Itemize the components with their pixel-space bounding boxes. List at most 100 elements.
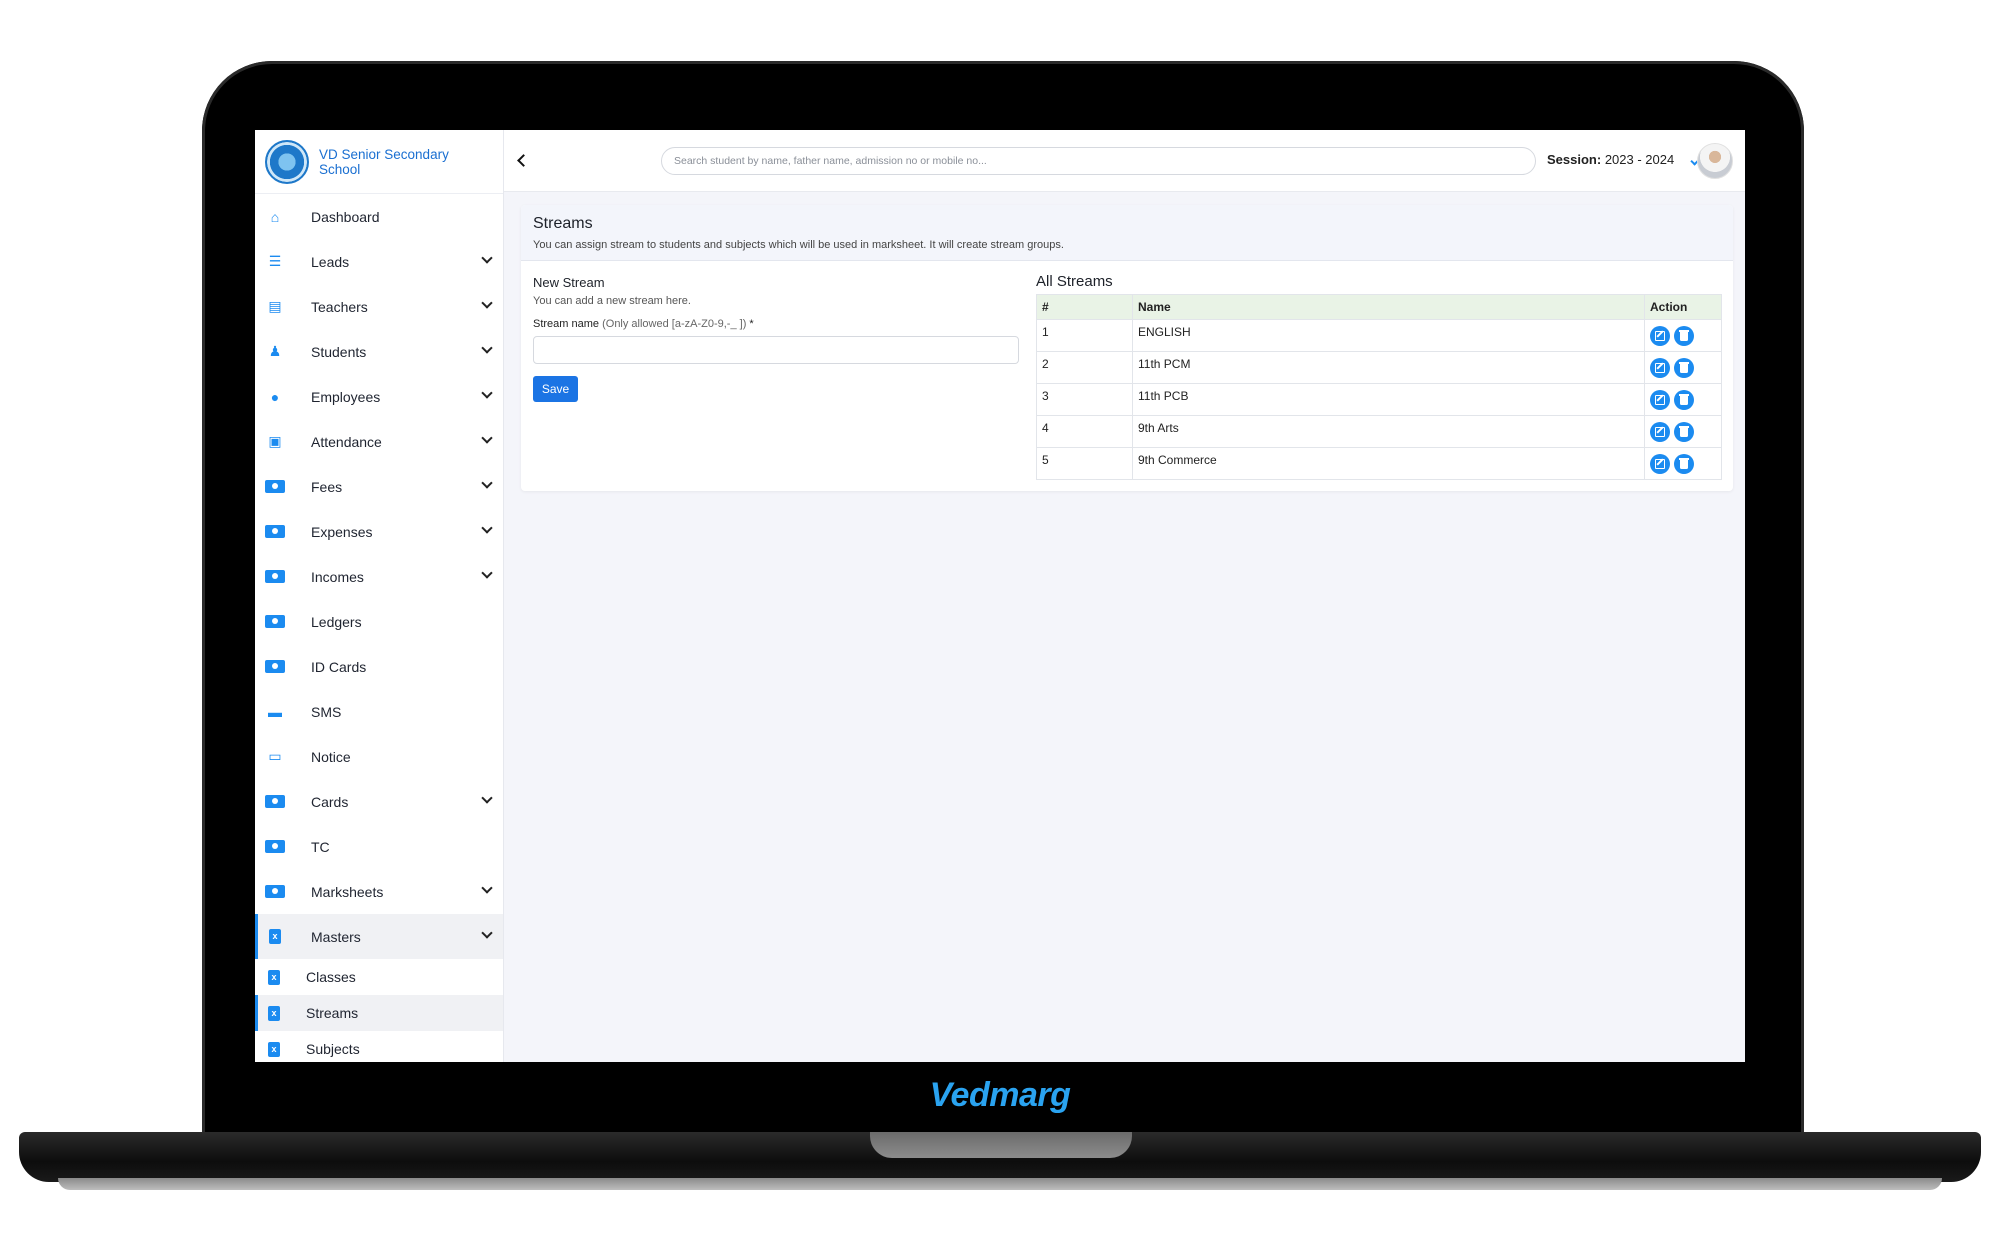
all-streams-section: All Streams # Name Action 1 ENGLISH 2 11th … xyxy=(1036,273,1722,480)
chevron-down-icon xyxy=(481,342,493,354)
chevron-down-icon xyxy=(481,522,493,534)
edit-icon[interactable] xyxy=(1650,390,1670,410)
submenu-item-subjects[interactable]: x Subjects xyxy=(255,1031,503,1062)
submenu-item-label: Subjects xyxy=(306,1041,360,1057)
table-header-row: # Name Action xyxy=(1036,294,1722,320)
session-indicator[interactable]: Session: 2023 - 2024 xyxy=(1547,152,1674,167)
stream-name: 9th Commerce xyxy=(1132,447,1645,480)
edit-icon[interactable] xyxy=(1650,454,1670,474)
chat-icon: ▬ xyxy=(268,703,282,720)
school-logo xyxy=(265,139,309,184)
sidebar-item-employees[interactable]: ● Employees xyxy=(255,374,503,419)
sidebar-item-ledgers[interactable]: Ledgers xyxy=(255,599,503,644)
row-number: 4 xyxy=(1036,415,1133,448)
sidebar-item-attendance[interactable]: ▣ Attendance xyxy=(255,419,503,464)
app-screen: VD Senior Secondary School ⌂ Dashboard ☰ Le… xyxy=(255,130,1745,1062)
sidebar-item-label: Employees xyxy=(311,388,381,405)
chevron-down-icon xyxy=(481,792,493,804)
sidebar-item-masters[interactable]: x Masters xyxy=(255,914,503,959)
sidebar-item-label: Expenses xyxy=(311,523,373,540)
excel-file-icon: x xyxy=(268,969,280,985)
stream-name: 9th Arts xyxy=(1132,415,1645,448)
vedmarg-logo: Vedmarg xyxy=(929,1076,1071,1114)
table-row: 3 11th PCB xyxy=(1036,383,1722,416)
sidebar-item-label: Notice xyxy=(311,748,351,765)
delete-icon[interactable] xyxy=(1674,422,1694,442)
delete-icon[interactable] xyxy=(1674,390,1694,410)
stream-name-input[interactable] xyxy=(533,336,1019,364)
chevron-down-icon xyxy=(481,882,493,894)
submenu-item-label: Classes xyxy=(306,969,356,985)
edit-icon[interactable] xyxy=(1650,422,1670,442)
edit-icon[interactable] xyxy=(1650,358,1670,378)
sidebar-item-label: Leads xyxy=(311,253,350,270)
sidebar-item-students[interactable]: ♟ Students xyxy=(255,329,503,374)
table-row: 2 11th PCM xyxy=(1036,351,1722,384)
notice-icon: ▭ xyxy=(268,748,282,764)
stream-name: ENGLISH xyxy=(1132,319,1645,352)
money-icon xyxy=(265,884,285,900)
streams-card: Streams You can assign stream to student… xyxy=(521,205,1733,491)
sidebar-item-label: Marksheets xyxy=(311,883,384,900)
sidebar-item-tc[interactable]: TC xyxy=(255,824,503,869)
delete-icon[interactable] xyxy=(1674,326,1694,346)
submenu-item-classes[interactable]: x Classes xyxy=(255,959,503,995)
delete-icon[interactable] xyxy=(1674,358,1694,378)
excel-file-icon: x xyxy=(265,929,285,945)
submenu-item-streams[interactable]: x Streams xyxy=(255,995,503,1031)
sidebar-item-dashboard[interactable]: ⌂ Dashboard xyxy=(255,194,503,239)
submenu-item-label: Streams xyxy=(306,1005,359,1021)
student-search-input[interactable] xyxy=(661,147,1536,175)
excel-file-icon: x xyxy=(268,1041,280,1057)
collapse-sidebar-chevron-icon[interactable] xyxy=(517,154,530,167)
session-value: 2023 - 2024 xyxy=(1604,152,1675,167)
chevron-down-icon xyxy=(481,387,493,399)
row-actions xyxy=(1644,319,1722,352)
sidebar-item-marksheets[interactable]: Marksheets xyxy=(255,869,503,914)
chevron-down-icon xyxy=(481,567,493,579)
chevron-down-icon xyxy=(481,432,493,444)
delete-icon[interactable] xyxy=(1674,454,1694,474)
user-avatar[interactable] xyxy=(1697,143,1733,179)
sidebar-item-notice[interactable]: ▭ Notice xyxy=(255,734,503,779)
sidebar-nav: ⌂ Dashboard ☰ Leads ▤ Teachers ♟ Students ● Emplo… xyxy=(255,194,503,959)
student-icon: ♟ xyxy=(268,343,282,359)
column-header-number: # xyxy=(1036,294,1133,320)
row-actions xyxy=(1644,351,1722,384)
stream-name: 11th PCB xyxy=(1132,383,1645,416)
page-title: Streams xyxy=(533,215,593,232)
sidebar-brand[interactable]: VD Senior Secondary School xyxy=(255,130,503,194)
chevron-down-icon xyxy=(481,477,493,489)
sidebar-item-cards[interactable]: Cards xyxy=(255,779,503,824)
chevron-down-icon xyxy=(481,297,493,309)
sidebar-item-label: Students xyxy=(311,343,367,360)
sidebar-item-id-cards[interactable]: ID Cards xyxy=(255,644,503,689)
sidebar-item-label: Cards xyxy=(311,793,349,810)
row-actions xyxy=(1644,447,1722,480)
id-card-icon xyxy=(265,794,285,810)
teacher-icon: ▤ xyxy=(268,298,282,314)
edit-icon[interactable] xyxy=(1650,326,1670,346)
stream-name-label: Stream name (Only allowed [a-zA-Z0-9,-_ … xyxy=(533,318,1019,330)
form-title: New Stream xyxy=(533,275,605,290)
money-icon xyxy=(265,569,285,585)
money-icon xyxy=(265,614,285,630)
sidebar-item-fees[interactable]: Fees xyxy=(255,464,503,509)
table-row: 5 9th Commerce xyxy=(1036,447,1722,480)
save-button[interactable]: Save xyxy=(533,376,578,402)
sidebar-item-sms[interactable]: ▬ SMS xyxy=(255,689,503,734)
user-icon: ● xyxy=(270,388,280,405)
table-row: 4 9th Arts xyxy=(1036,415,1722,448)
sidebar-item-incomes[interactable]: Incomes xyxy=(255,554,503,599)
required-mark: * xyxy=(749,318,754,330)
sidebar-item-teachers[interactable]: ▤ Teachers xyxy=(255,284,503,329)
attendance-icon: ▣ xyxy=(268,433,282,449)
topbar: Session: 2023 - 2024 xyxy=(504,130,1745,192)
money-icon xyxy=(265,479,285,495)
field-label-text: Stream name xyxy=(533,318,600,330)
row-number: 2 xyxy=(1036,351,1133,384)
sidebar-item-leads[interactable]: ☰ Leads xyxy=(255,239,503,284)
sidebar-item-label: TC xyxy=(311,838,330,855)
table-title: All Streams xyxy=(1036,273,1113,290)
sidebar-item-expenses[interactable]: Expenses xyxy=(255,509,503,554)
